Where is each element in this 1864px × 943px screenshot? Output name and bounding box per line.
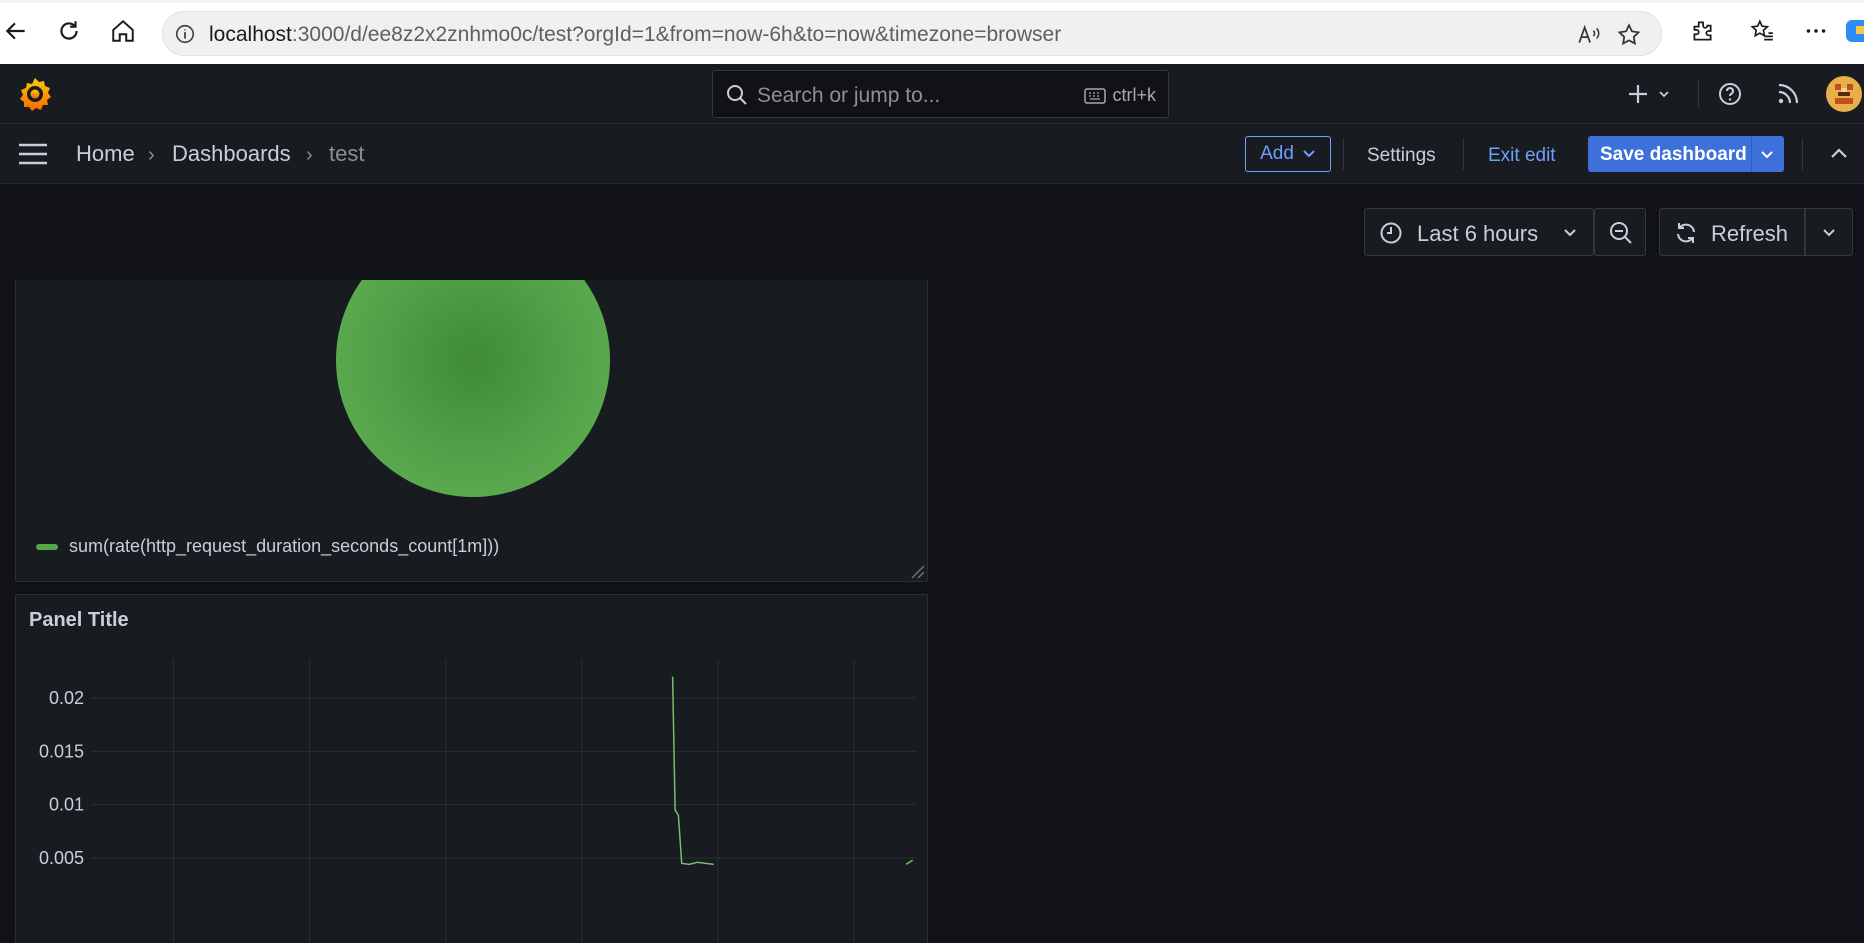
keyboard-icon (1084, 87, 1107, 104)
chevron-up-icon[interactable] (1828, 143, 1850, 165)
browser-toolbar: localhost:3000/d/ee8z2x2znhmo0c/test?org… (0, 0, 1864, 64)
pie-chart (336, 280, 610, 497)
settings-button[interactable]: Settings (1367, 145, 1436, 167)
news-feed-icon[interactable] (1774, 80, 1802, 108)
legend-label: sum(rate(http_request_duration_seconds_c… (69, 536, 500, 556)
save-split-divider (1751, 136, 1752, 172)
favorites-icon[interactable] (1746, 15, 1778, 47)
add-button-label: Add (1260, 143, 1294, 164)
read-aloud-icon[interactable] (1576, 22, 1602, 48)
pie-chart-panel[interactable]: sum(rate(http_request_duration_seconds_c… (15, 280, 928, 582)
url-text: localhost:3000/d/ee8z2x2znhmo0c/test?org… (209, 23, 1061, 47)
dashboard-toolbar: Home › Dashboards › test Add Settings Ex… (0, 124, 1864, 184)
favorite-star-icon[interactable] (1616, 22, 1642, 48)
search-shortcut-text: ctrl+k (1112, 85, 1156, 105)
y-tick-label: 0.01 (49, 795, 84, 815)
legend-swatch (36, 543, 58, 550)
nav-divider (1698, 80, 1699, 108)
resize-handle-icon[interactable] (909, 563, 925, 579)
breadcrumb-dashboards[interactable]: Dashboards (172, 141, 291, 167)
copilot-icon[interactable] (1844, 15, 1864, 47)
grafana-logo-icon[interactable] (16, 75, 54, 113)
search-bar[interactable]: Search or jump to... ctrl+k (712, 70, 1169, 118)
chevron-down-icon (1823, 229, 1835, 237)
chevron-down-icon[interactable] (1758, 145, 1776, 163)
series-line[interactable] (671, 676, 714, 866)
breadcrumb-home[interactable]: Home (76, 141, 135, 167)
panel-title: Panel Title (29, 609, 129, 631)
timeseries-chart: 0.02 0.015 0.01 0.005 (39, 659, 916, 943)
back-icon[interactable] (0, 15, 32, 47)
menu-icon[interactable] (18, 141, 48, 167)
y-tick-label: 0.005 (39, 848, 84, 868)
site-info-icon[interactable] (174, 23, 196, 45)
refresh-label: Refresh (1711, 221, 1789, 246)
pie-slice[interactable] (336, 280, 610, 497)
refresh-interval-dropdown[interactable] (1805, 208, 1853, 256)
series-line[interactable] (905, 859, 914, 866)
browser-tab-strip-edge (0, 0, 1864, 3)
add-button[interactable]: Add (1245, 136, 1331, 172)
toolbar-divider (1463, 138, 1464, 170)
time-range-picker[interactable]: Last 6 hours (1364, 208, 1594, 256)
y-tick-label: 0.015 (39, 741, 84, 761)
chevron-down-icon (1564, 229, 1576, 237)
zoom-out-button[interactable] (1594, 208, 1646, 256)
search-placeholder: Search or jump to... (757, 84, 941, 107)
refresh-icon (1677, 223, 1695, 243)
grafana-top-nav: Search or jump to... ctrl+k (0, 64, 1864, 124)
search-icon (727, 85, 747, 105)
chevron-right-icon: › (306, 144, 313, 166)
timeseries-panel[interactable]: Panel Title 0.02 0.015 0.01 0.005 (15, 594, 928, 943)
save-dashboard-label: Save dashboard (1600, 144, 1747, 165)
time-range-label: Last 6 hours (1417, 221, 1539, 246)
chevron-right-icon: › (148, 144, 155, 166)
exit-edit-button[interactable]: Exit edit (1488, 145, 1556, 167)
home-icon[interactable] (107, 15, 139, 47)
clock-icon (1380, 222, 1402, 244)
reload-icon[interactable] (53, 15, 85, 47)
new-dropdown[interactable] (1624, 80, 1676, 108)
extensions-icon[interactable] (1686, 15, 1718, 47)
pie-legend[interactable]: sum(rate(http_request_duration_seconds_c… (36, 536, 499, 557)
address-bar[interactable]: localhost:3000/d/ee8z2x2znhmo0c/test?org… (162, 11, 1662, 56)
chevron-down-icon (1303, 150, 1315, 158)
toolbar-divider (1802, 138, 1803, 170)
breadcrumb-current: test (329, 141, 365, 166)
url-host: localhost (209, 23, 292, 46)
toolbar-divider (1343, 138, 1344, 170)
zoom-out-icon (1610, 222, 1632, 244)
search-shortcut: ctrl+k (1084, 85, 1156, 106)
url-path: :3000/d/ee8z2x2znhmo0c/test?orgId=1&from… (291, 23, 1062, 46)
help-icon[interactable] (1716, 80, 1744, 108)
user-avatar[interactable] (1826, 76, 1862, 112)
y-tick-label: 0.02 (49, 688, 84, 708)
save-dashboard-button[interactable]: Save dashboard (1588, 136, 1784, 172)
more-options-icon[interactable] (1800, 15, 1832, 47)
refresh-button[interactable]: Refresh (1659, 208, 1805, 256)
